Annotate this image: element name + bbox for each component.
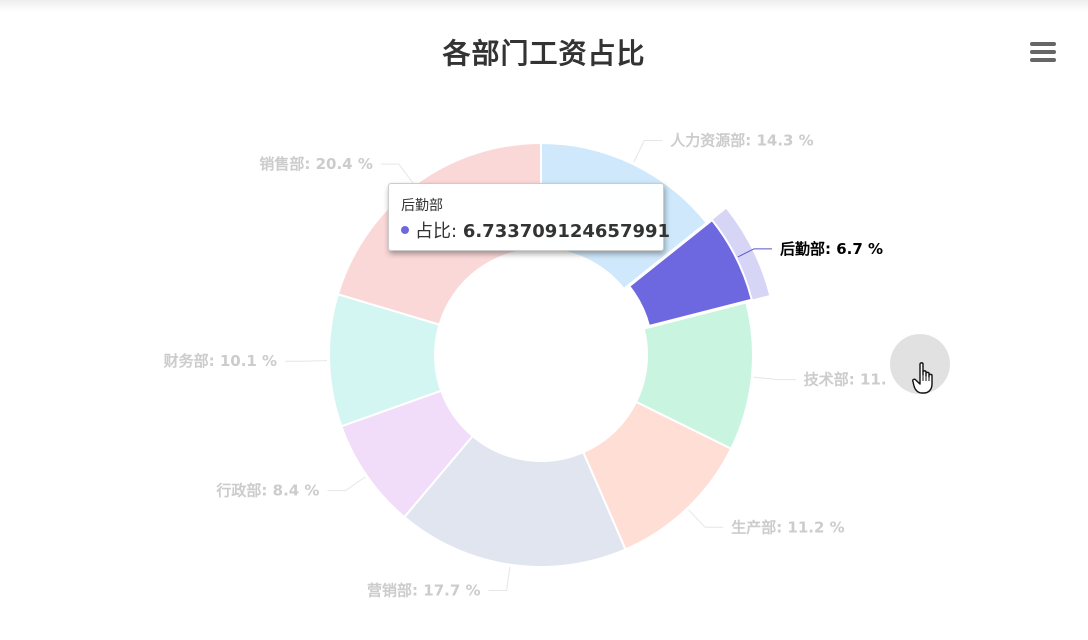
data-label-生产部: 生产部: 11.2 % [731,518,844,536]
label-connector-财务部 [285,360,328,362]
donut-chart: 人力资源部: 14.3 % 后勤部: 6.7 % 技术部: 11. 生产部: 11.2… [164,132,887,600]
tooltip-marker [401,226,409,234]
data-label-行政部: 行政部: 8.4 % [215,482,319,500]
tooltip: 后勤部 占比: 6.733709124657991 [388,183,670,251]
data-label-营销部: 营销部: 17.7 % [367,581,480,599]
data-label-销售部: 销售部: 20.4 % [259,155,372,173]
hand-pointer-icon [912,362,933,394]
label-connector-人力资源部 [633,140,663,163]
tooltip-value: 6.733709124657991 [462,221,671,242]
tooltip-title: 后勤部 [401,198,443,214]
tooltip-row: 占比: 6.733709124657991 [401,217,670,243]
tooltip-series-label: 占比: [415,221,458,242]
data-label-后勤部: 后勤部: 6.7 % [780,240,883,258]
data-label-人力资源部: 人力资源部: 14.3 % [670,132,813,150]
label-connector-行政部 [327,476,366,492]
data-label-财务部: 财务部: 10.1 % [164,352,277,370]
label-connector-营销部 [488,566,511,591]
label-connector-生产部 [688,509,724,528]
label-connector-销售部 [380,163,414,184]
label-connector-技术部 [753,376,796,381]
data-label-技术部: 技术部: 11. [804,371,887,389]
